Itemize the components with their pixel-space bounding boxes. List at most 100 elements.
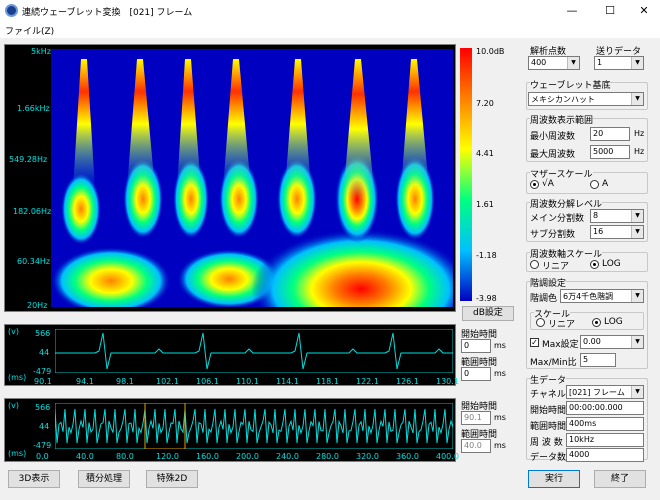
exit-button[interactable]: 終了 [594,470,646,488]
x-tick: 126.1 [396,377,419,386]
sampling-freq-label: 周 波 数 [530,438,563,448]
chevron-down-icon: ▼ [567,57,579,69]
chevron-down-icon: ▼ [631,290,643,302]
raw-data-label: 生データ [530,373,567,386]
mother-scale-a-radio[interactable] [590,180,599,189]
x-tick: 160.0 [196,452,219,461]
colorbar-label: 10.0dB [476,47,505,56]
scale-log-label: LOG [604,317,623,327]
scale-linear-radio[interactable] [536,318,545,327]
unit-ms: ms [494,369,506,378]
max-setting-checkbox[interactable]: ✓ [530,338,539,347]
freq-label: 1.66kHz [17,104,50,113]
menu-file[interactable]: ファイル(Z) [5,24,54,37]
x-tick: 200.0 [236,452,259,461]
colorbar-label: 4.41 [476,149,494,158]
maxmin-ratio-label: Max/Min比 [530,358,577,368]
freq-axis-linear-radio[interactable] [530,260,539,269]
chevron-down-icon: ▼ [631,210,643,222]
x-tick: 118.1 [316,377,339,386]
chevron-down-icon: ▼ [631,57,643,69]
unit-ms: ms [494,441,506,450]
y-tick: 44 [39,348,50,357]
special-2d-button[interactable]: 特殊2D [146,470,198,488]
gradation-label: 階調設定 [530,276,567,289]
sub-div-label: サブ分割数 [530,230,576,240]
x-tick: 130.1 [436,377,459,386]
x-tick: 98.1 [116,377,134,386]
chevron-down-icon: ▼ [631,336,643,348]
scale-linear-label: リニア [548,320,576,330]
scalogram-panel: 5kHz 1.66kHz 549.28Hz 182.06Hz 60.34Hz 2… [4,44,456,312]
x-tick: 122.1 [356,377,379,386]
chevron-down-icon: ▼ [631,226,643,238]
analysis-points-select[interactable]: 400 ▼ [528,56,580,70]
main-div-select[interactable]: 8 ▼ [590,209,644,223]
x-tick: 360.0 [396,452,419,461]
freq-axis-log-radio[interactable] [590,260,599,269]
window-title: 連続ウェーブレット変換 [021] フレーム [22,8,193,18]
data-count-label: データ数 [530,453,567,463]
channel-select[interactable]: [021] フレーム ▼ [566,385,644,399]
y-unit-label: (v) [8,327,19,336]
freq-label: 20Hz [27,301,48,310]
x-tick: 280.0 [316,452,339,461]
mother-scale-sqrt-label: √A [542,179,554,189]
waveform-detail-trace [55,329,453,373]
min-freq-input[interactable]: 20 [590,127,630,141]
freq-label: 60.34Hz [17,257,51,266]
sub-div-select[interactable]: 16 ▼ [590,225,644,239]
step-data-select[interactable]: 1 ▼ [594,56,644,70]
colorbar-label: 7.20 [476,99,494,108]
minimize-button[interactable]: — [556,0,588,22]
x-tick: 400.0 [436,452,459,461]
main-div-label: メイン分割数 [530,214,585,224]
menu-bar: ファイル(Z) [0,22,660,38]
y-tick: 44 [39,422,50,431]
close-button[interactable]: ✕ [628,0,660,22]
run-button[interactable]: 実行 [528,470,580,488]
sampling-freq-value: 10kHz [566,433,644,447]
x-tick: 90.1 [34,377,52,386]
freq-label: 549.28Hz [9,155,48,164]
y-tick: -479 [33,367,52,376]
start-time-input[interactable]: 90.1 [461,411,491,425]
max-setting-label: Max設定 [542,340,579,350]
max-freq-input[interactable]: 5000 [590,145,630,159]
chevron-down-icon: ▼ [631,386,643,398]
db-settings-button[interactable]: dB設定 [462,306,514,321]
freq-axis-linear-label: リニア [542,262,570,272]
mother-scale-sqrt-radio[interactable] [530,180,539,189]
title-bar: 連続ウェーブレット変換 [021] フレーム — ☐ ✕ [0,0,660,22]
display-3d-button[interactable]: 3D表示 [8,470,60,488]
max-setting-select[interactable]: 0.00 ▼ [580,335,644,349]
y-tick: 566 [35,329,51,338]
mother-scale-a-label: A [602,179,609,189]
maxmin-ratio-input[interactable]: 5 [580,353,616,367]
y-tick: -479 [33,441,52,450]
app-icon [5,4,18,17]
range-time-input[interactable]: 0 [461,367,491,381]
max-freq-label: 最大周波数 [530,150,576,160]
data-count-value: 4000 [566,448,644,462]
chevron-down-icon: ▼ [631,93,643,105]
x-tick: 240.0 [276,452,299,461]
freq-label: 182.06Hz [13,207,52,216]
x-tick: 120.0 [156,452,179,461]
unit-ms: ms [494,341,506,350]
gradation-color-label: 階調色 [530,294,558,304]
maximize-button[interactable]: ☐ [594,0,626,22]
x-tick: 80.0 [116,452,134,461]
x-tick: 0.0 [36,452,49,461]
x-tick: 320.0 [356,452,379,461]
range-time-input[interactable]: 40.0 [461,439,491,453]
x-unit-label: (ms) [8,449,27,458]
min-freq-label: 最小周波数 [530,132,576,142]
scale-log-radio[interactable] [592,318,601,327]
integrate-button[interactable]: 積分処理 [78,470,130,488]
colorbar [460,48,472,301]
wavelet-select[interactable]: メキシカンハット ▼ [528,92,644,106]
gradation-color-select[interactable]: 6万4千色階調 ▼ [560,289,644,303]
raw-range-time-label: 範囲時間 [530,422,567,432]
start-time-input[interactable]: 0 [461,339,491,353]
